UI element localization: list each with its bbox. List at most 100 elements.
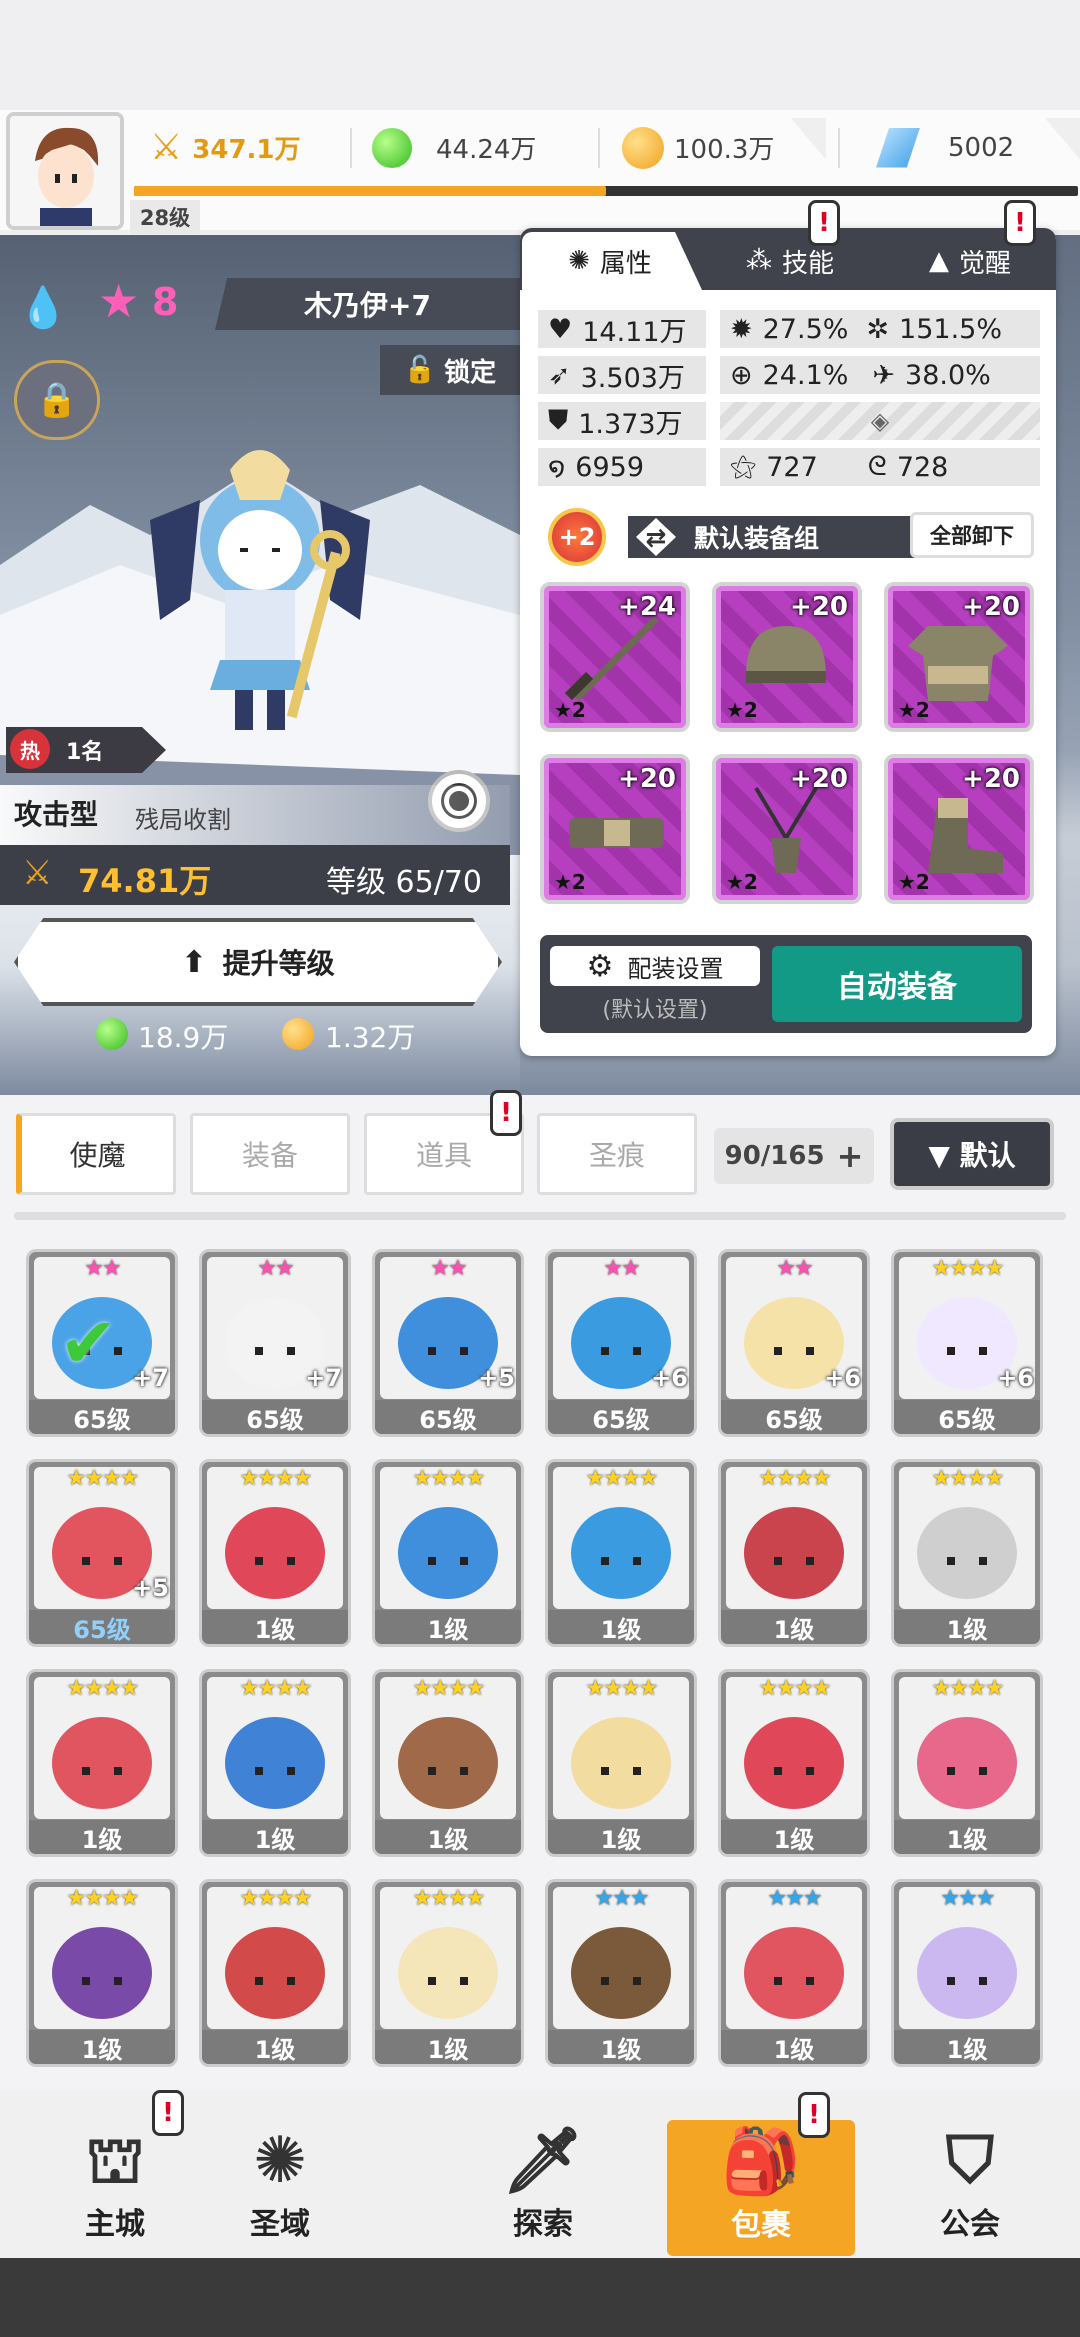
player-avatar[interactable] — [6, 112, 124, 230]
equip-slot-helmet[interactable]: +20 ★2 — [712, 582, 862, 732]
familiar-card[interactable]: ★★★ 1级 — [891, 1879, 1043, 2067]
lock-button[interactable]: 🔓 锁定 — [380, 345, 520, 395]
familiar-level: 1级 — [202, 2030, 348, 2064]
familiar-eyes — [774, 1557, 814, 1565]
familiar-card[interactable]: ★★ +6 65级 — [545, 1249, 697, 1437]
equipped-check-icon: ✔ — [59, 1302, 118, 1384]
equip-slot-sword[interactable]: +24 ★2 — [540, 582, 690, 732]
blue-crystal-icon — [876, 127, 920, 168]
familiar-card[interactable]: ★★ +7 ✔ 65级 — [26, 1249, 178, 1437]
familiar-card[interactable]: ★★ +6 65级 — [718, 1249, 870, 1437]
equip-slot-necklace[interactable]: +20 ★2 — [712, 754, 862, 904]
familiar-card[interactable]: ★★★★ 1级 — [372, 1669, 524, 1857]
familiar-card[interactable]: ★★ +5 65级 — [372, 1249, 524, 1437]
familiar-card[interactable]: ★★★★ 1级 — [545, 1459, 697, 1647]
tab-familiars[interactable]: 使魔 — [16, 1113, 176, 1195]
lock-icon: 🔓 — [403, 355, 437, 385]
familiar-level: 65级 — [29, 1610, 175, 1644]
nav-label: 圣域 — [250, 2207, 310, 2242]
hero-trait: 残局收割 — [135, 806, 231, 834]
familiar-stars: ★★★★ — [239, 1886, 313, 1911]
familiar-card[interactable]: ★★★★ +5 65级 — [26, 1459, 178, 1647]
familiar-card[interactable]: ★★★ 1级 — [718, 1879, 870, 2067]
shield-icon: ⛊ — [548, 405, 569, 436]
tab-equipment[interactable]: 装备 — [190, 1113, 350, 1195]
attributes-icon: ✺ — [568, 246, 590, 276]
green-gem-resource[interactable]: 44.24万 — [372, 120, 536, 175]
equip-plus: +20 — [790, 592, 848, 622]
sort-button[interactable]: ▼ 默认 — [890, 1118, 1054, 1190]
stat-s1-value: 6959 — [575, 451, 645, 483]
familiar-card[interactable]: ★★★★ 1级 — [199, 1669, 351, 1857]
tab-attributes-label: 属性 — [599, 248, 652, 279]
unequip-all-button[interactable]: 全部卸下 — [910, 512, 1034, 558]
familiar-card[interactable]: ★★★★ 1级 — [26, 1669, 178, 1857]
familiar-level: 1级 — [894, 1610, 1040, 1644]
familiar-card[interactable]: ★★ +7 65级 — [199, 1249, 351, 1437]
equip-group-label: 默认装备组 — [694, 524, 820, 553]
star-icon: ★ — [98, 274, 140, 328]
blue-crystal-value: 5002 — [948, 132, 1015, 163]
familiar-card[interactable]: ★★★★ 1级 — [891, 1459, 1043, 1647]
familiar-stars: ★★ — [776, 1256, 813, 1281]
familiar-card[interactable]: ★★★★ 1级 — [372, 1879, 524, 2067]
stat-crit-dmg-value: 151.5% — [899, 313, 1002, 345]
familiar-eyes — [774, 1347, 814, 1355]
equip-slot-armor[interactable]: +20 ★2 — [884, 582, 1034, 732]
awaken-icon: ▲ — [928, 246, 949, 276]
familiar-card[interactable]: ★★★★ 1级 — [199, 1879, 351, 2067]
equip-star: ★2 — [554, 698, 586, 722]
familiar-card[interactable]: ★★★★ +6 65级 — [891, 1249, 1043, 1437]
tab-skills[interactable]: ⁂ 技能 — [715, 232, 865, 290]
familiar-level: 65级 — [894, 1400, 1040, 1434]
tab-stigmata[interactable]: 圣痕 — [537, 1113, 697, 1195]
bag-icon: 🎒 — [721, 2125, 801, 2199]
familiar-eyes — [428, 1767, 468, 1775]
familiar-card[interactable]: ★★★★ 1级 — [545, 1669, 697, 1857]
blue-crystal-resource[interactable]: 5002 — [876, 120, 1014, 175]
familiar-stars: ★★ — [430, 1256, 467, 1281]
familiar-stars: ★★★★ — [239, 1676, 313, 1701]
familiar-stars: ★★★★ — [758, 1676, 832, 1701]
locked-skin-icon[interactable]: 🔒 — [14, 360, 100, 440]
config-button[interactable]: ⚙ 配装设置 — [550, 946, 760, 986]
familiar-card[interactable]: ★★★★ 1级 — [891, 1669, 1043, 1857]
familiar-card[interactable]: ★★★★ 1级 — [199, 1459, 351, 1647]
familiar-card[interactable]: ★★★★ 1级 — [718, 1459, 870, 1647]
gold-coin-resource[interactable]: 100.3万 — [622, 120, 774, 175]
familiar-card[interactable]: ★★★ 1级 — [545, 1879, 697, 2067]
familiar-card[interactable]: ★★★★ 1级 — [26, 1879, 178, 2067]
equip-star: ★2 — [554, 870, 586, 894]
familiar-stars: ★★★★ — [66, 1466, 140, 1491]
nav-label: 公会 — [940, 2207, 1000, 2242]
hero-character — [140, 440, 380, 740]
familiar-plus: +5 — [132, 1574, 169, 1602]
upgrade-level-button[interactable]: ⬆ 提升等级 — [14, 918, 502, 1006]
nav-bag[interactable]: 🎒 包裹 — [667, 2120, 855, 2256]
familiar-stars: ★★★ — [594, 1886, 649, 1911]
xp-bar — [134, 186, 1078, 196]
nav-guild[interactable]: ⛉ 公会 — [895, 2095, 1045, 2255]
upgrade-cost-gold: 1.32万 — [325, 1021, 416, 1054]
nav-vortex[interactable]: ✺ 圣域 — [205, 2095, 355, 2255]
popularity-rank[interactable]: 热 1名 — [6, 727, 166, 773]
familiar-eyes — [255, 1557, 295, 1565]
familiar-face — [52, 1927, 152, 2019]
inventory-capacity[interactable]: 90/165 + — [714, 1128, 874, 1184]
stat-s2: ⚝ 727 ᘓ 728 — [720, 448, 1040, 486]
stat-def: ⛊ 1.373万 — [538, 402, 706, 440]
tab-attributes[interactable]: ✺ 属性 — [540, 232, 680, 290]
nav-sword-stone[interactable]: 🗡 探索 — [468, 2095, 618, 2255]
familiar-card[interactable]: ★★★★ 1级 — [372, 1459, 524, 1647]
familiar-face — [917, 1927, 1017, 2019]
expand-plus-icon: + — [836, 1137, 864, 1175]
equip-slot-belt[interactable]: +20 ★2 — [540, 754, 690, 904]
equip-slot-boots[interactable]: +20 ★2 — [884, 754, 1034, 904]
familiar-card[interactable]: ★★★★ 1级 — [718, 1669, 870, 1857]
inventory-scrollbar[interactable] — [14, 1212, 1066, 1220]
auto-equip-button[interactable]: 自动装备 — [772, 946, 1022, 1022]
familiar-stars: ★★★★ — [412, 1466, 486, 1491]
equip-group-selector[interactable]: ⇄ 默认装备组 — [628, 516, 928, 558]
equip-plus: +24 — [618, 592, 676, 622]
equip-plus: +20 — [618, 764, 676, 794]
